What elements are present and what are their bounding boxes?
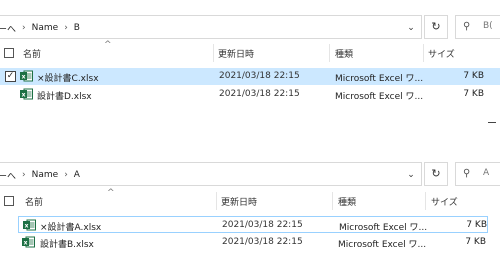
column-divider[interactable] bbox=[332, 192, 333, 210]
address-bar[interactable]: ーへ › Name › B ⌄ bbox=[0, 15, 422, 39]
breadcrumb: ーへ › Name › A bbox=[0, 168, 80, 182]
column-header-type[interactable]: 種類 bbox=[338, 195, 356, 208]
refresh-icon: ↻ bbox=[431, 167, 441, 180]
file-row[interactable]: x 設計書D.xlsx 2021/03/18 22:15 Microsoft E… bbox=[0, 86, 500, 103]
file-date: 2021/03/18 22:15 bbox=[222, 237, 303, 247]
breadcrumb-item-name[interactable]: Name bbox=[32, 23, 59, 33]
excel-file-icon: x bbox=[23, 219, 36, 231]
svg-text:x: x bbox=[22, 91, 26, 98]
breadcrumb-overflow[interactable]: ーへ bbox=[0, 22, 16, 35]
svg-text:x: x bbox=[22, 73, 26, 80]
window-minimize-mark[interactable] bbox=[488, 122, 496, 123]
address-row: ーへ › Name › B ⌄ ↻ ⚲ B( bbox=[0, 15, 500, 39]
search-icon: ⚲ bbox=[463, 168, 471, 179]
file-name: ×設計書C.xlsx bbox=[37, 74, 99, 84]
column-header-row: ^ 名前 更新日時 種類 サイズ bbox=[0, 40, 500, 66]
explorer-pane-a: ーへ › Name › A ⌄ ↻ ⚲ A ^ 名前 更新日時 種類 サイズ x… bbox=[0, 158, 500, 261]
explorer-pane-b: ーへ › Name › B ⌄ ↻ ⚲ B( ^ 名前 更新日時 種類 サイズ … bbox=[0, 0, 500, 108]
file-date: 2021/03/18 22:15 bbox=[219, 89, 300, 99]
search-placeholder: A bbox=[483, 168, 490, 178]
file-name: 設計書D.xlsx bbox=[37, 92, 92, 102]
excel-file-icon: x bbox=[20, 88, 33, 100]
chevron-right-icon[interactable]: › bbox=[22, 23, 26, 33]
column-header-date[interactable]: 更新日時 bbox=[221, 195, 257, 208]
column-divider[interactable] bbox=[329, 44, 330, 62]
column-divider[interactable] bbox=[425, 192, 426, 210]
refresh-icon: ↻ bbox=[431, 20, 441, 33]
column-divider[interactable] bbox=[213, 44, 214, 62]
column-header-size[interactable]: サイズ bbox=[428, 47, 455, 60]
excel-file-icon: x bbox=[22, 236, 35, 248]
row-checkbox-checked[interactable]: ✓ bbox=[5, 71, 16, 82]
file-size: 7 KB bbox=[463, 89, 484, 99]
file-size: 7 KB bbox=[466, 220, 487, 230]
search-icon: ⚲ bbox=[463, 21, 471, 32]
file-name: ×設計書A.xlsx bbox=[40, 223, 102, 233]
breadcrumb-item-a[interactable]: A bbox=[74, 170, 80, 180]
refresh-button[interactable]: ↻ bbox=[424, 162, 448, 186]
file-row[interactable]: ✓ x ×設計書C.xlsx 2021/03/18 22:15 Microsof… bbox=[0, 68, 500, 85]
chevron-down-icon[interactable]: ⌄ bbox=[405, 22, 417, 34]
chevron-down-icon[interactable]: ⌄ bbox=[405, 169, 417, 181]
address-row: ーへ › Name › A ⌄ ↻ ⚲ A bbox=[0, 162, 500, 186]
chevron-right-icon[interactable]: › bbox=[64, 170, 68, 180]
breadcrumb-overflow[interactable]: ーへ bbox=[0, 169, 16, 182]
refresh-button[interactable]: ↻ bbox=[424, 15, 448, 39]
chevron-right-icon[interactable]: › bbox=[64, 23, 68, 33]
file-row[interactable]: x 設計書B.xlsx 2021/03/18 22:15 Microsoft E… bbox=[0, 234, 500, 251]
column-divider[interactable] bbox=[216, 192, 217, 210]
search-input[interactable]: ⚲ B( bbox=[455, 15, 500, 39]
file-row[interactable]: x ×設計書A.xlsx 2021/03/18 22:15 Microsoft … bbox=[18, 216, 488, 233]
breadcrumb: ーへ › Name › B bbox=[0, 21, 80, 35]
column-header-row: ^ 名前 更新日時 種類 サイズ bbox=[0, 188, 500, 214]
file-type: Microsoft Excel ワ... bbox=[339, 223, 428, 233]
sort-ascending-icon: ^ bbox=[104, 40, 112, 50]
file-date: 2021/03/18 22:15 bbox=[219, 71, 300, 81]
breadcrumb-item-name[interactable]: Name bbox=[32, 170, 59, 180]
file-type: Microsoft Excel ワ... bbox=[335, 74, 424, 84]
address-bar[interactable]: ーへ › Name › A ⌄ bbox=[0, 162, 422, 186]
excel-file-icon: x bbox=[20, 70, 33, 82]
select-all-checkbox[interactable] bbox=[4, 196, 14, 206]
file-name: 設計書B.xlsx bbox=[40, 240, 94, 250]
file-date: 2021/03/18 22:15 bbox=[222, 220, 303, 230]
column-header-date[interactable]: 更新日時 bbox=[218, 47, 254, 60]
search-input[interactable]: ⚲ A bbox=[455, 162, 500, 186]
column-header-name[interactable]: 名前 bbox=[25, 195, 43, 208]
select-all-checkbox[interactable] bbox=[4, 48, 14, 58]
search-placeholder: B( bbox=[483, 21, 493, 31]
column-header-type[interactable]: 種類 bbox=[335, 47, 353, 60]
chevron-right-icon[interactable]: › bbox=[22, 170, 26, 180]
column-header-size[interactable]: サイズ bbox=[431, 195, 458, 208]
breadcrumb-item-b[interactable]: B bbox=[74, 23, 80, 33]
svg-text:x: x bbox=[24, 239, 28, 246]
file-size: 7 KB bbox=[465, 237, 486, 247]
sort-ascending-icon: ^ bbox=[107, 188, 115, 198]
column-divider[interactable] bbox=[423, 44, 424, 62]
file-type: Microsoft Excel ワ... bbox=[338, 240, 427, 250]
file-type: Microsoft Excel ワ... bbox=[335, 92, 424, 102]
svg-text:x: x bbox=[25, 222, 29, 229]
column-header-name[interactable]: 名前 bbox=[23, 47, 41, 60]
file-size: 7 KB bbox=[463, 71, 484, 81]
